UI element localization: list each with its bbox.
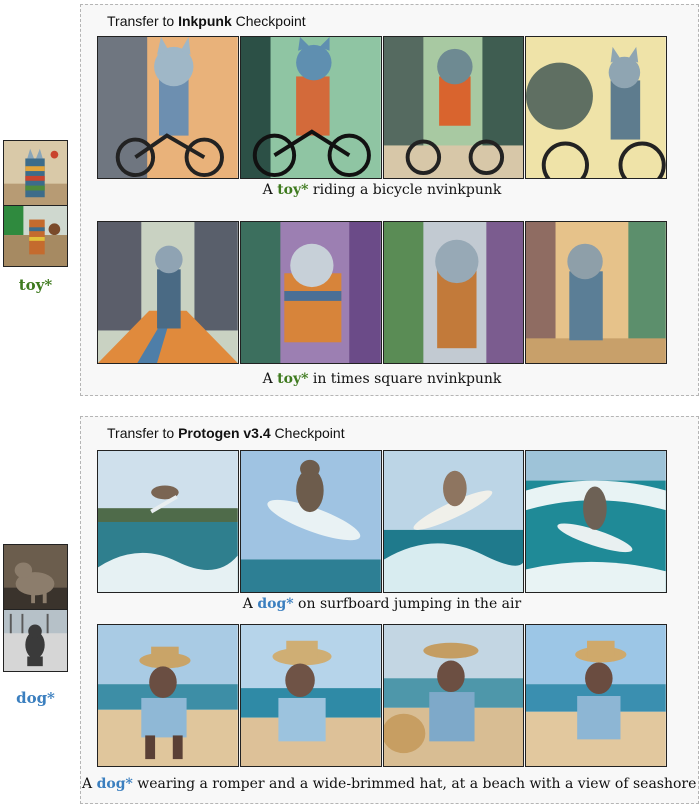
generated-image <box>97 221 239 364</box>
inkpunk-bicycle-caption: A toy* riding a bicycle nvinkpunk <box>262 182 502 198</box>
generated-image <box>239 450 382 593</box>
generated-image <box>97 624 239 767</box>
inkpunk-times-square-caption: A toy* in times square nvinkpunk <box>262 371 502 387</box>
generated-image <box>382 36 525 179</box>
inkpunk-bicycle-row <box>97 36 667 179</box>
protogen-surf-row <box>97 450 667 593</box>
dog-reference-image-1 <box>3 544 68 610</box>
protogen-beach-caption: A dog* wearing a romper and a wide-brimm… <box>82 776 697 792</box>
generated-image <box>239 624 382 767</box>
generated-image <box>525 221 667 364</box>
generated-image <box>382 450 525 593</box>
generated-image <box>239 36 382 179</box>
generated-image <box>525 450 667 593</box>
toy-token-label: toy* <box>18 276 53 294</box>
toy-reference-image-2 <box>3 205 68 267</box>
dog-token-label: dog* <box>16 689 55 707</box>
protogen-surf-caption: A dog* on surfboard jumping in the air <box>242 596 522 612</box>
inkpunk-panel-title: Transfer to Inkpunk Checkpoint <box>107 13 306 29</box>
generated-image <box>525 624 667 767</box>
generated-image <box>97 36 239 179</box>
generated-image <box>97 450 239 593</box>
generated-image <box>525 36 667 179</box>
protogen-beach-row <box>97 624 667 767</box>
generated-image <box>239 221 382 364</box>
generated-image <box>382 221 525 364</box>
generated-image <box>382 624 525 767</box>
dog-reference-image-2 <box>3 609 68 672</box>
toy-reference-image-1 <box>3 140 68 206</box>
protogen-panel-title: Transfer to Protogen v3.4 Checkpoint <box>107 425 345 441</box>
inkpunk-times-square-row <box>97 221 667 364</box>
